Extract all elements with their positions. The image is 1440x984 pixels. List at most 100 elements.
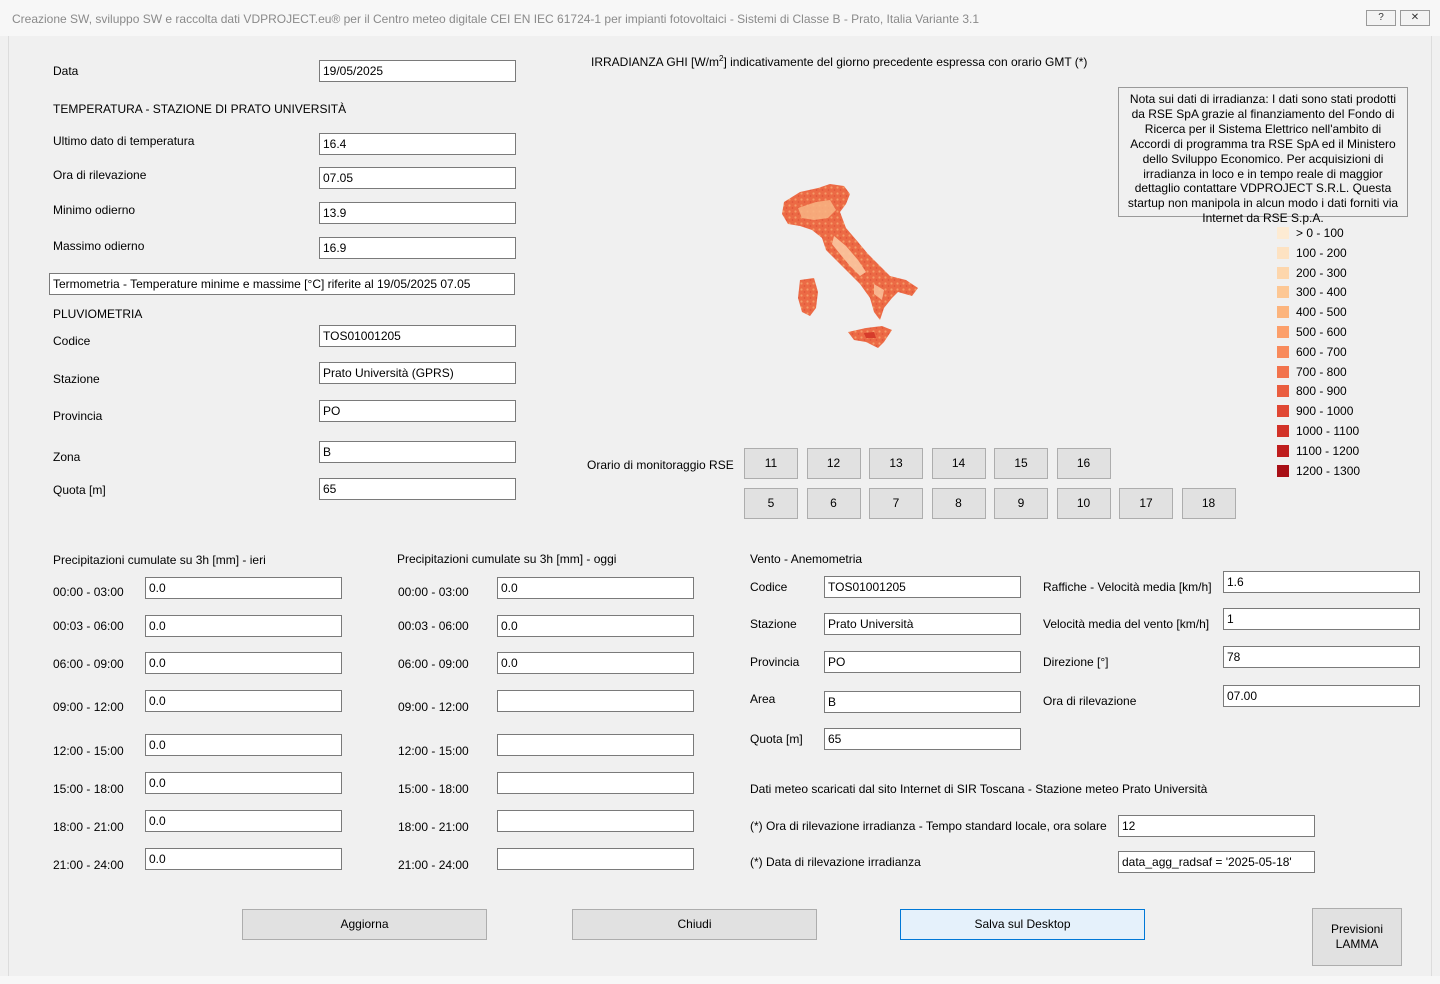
- pluviometria-heading: PLUVIOMETRIA: [53, 307, 143, 321]
- pluvio-provincia-field[interactable]: PO: [319, 400, 516, 422]
- oggi-row-field[interactable]: [497, 690, 694, 712]
- legend-label: 600 - 700: [1296, 344, 1347, 359]
- vento-area-field[interactable]: B: [824, 691, 1021, 713]
- pluvio-stazione-field[interactable]: Prato Università (GPRS): [319, 362, 516, 384]
- hour-button-5[interactable]: 5: [744, 488, 798, 519]
- ieri-row-field[interactable]: 0.0: [145, 577, 342, 599]
- ora-irradianza-field[interactable]: 12: [1118, 815, 1315, 837]
- vento-codice-field[interactable]: TOS01001205: [824, 576, 1021, 598]
- vento-area-label: Area: [750, 692, 776, 706]
- legend-swatch: [1277, 385, 1289, 398]
- legend-label: 700 - 800: [1296, 364, 1347, 379]
- data-label: Data: [53, 64, 79, 78]
- ieri-row-field[interactable]: 0.0: [145, 652, 342, 674]
- hour-button-8[interactable]: 8: [931, 488, 986, 519]
- map-sicily-inner: [864, 332, 876, 338]
- massimo-label: Massimo odierno: [53, 239, 145, 253]
- legend-swatch: [1277, 227, 1289, 239]
- aggiorna-button[interactable]: Aggiorna: [242, 909, 487, 940]
- oggi-row-label: 00:00 - 03:00: [398, 585, 469, 599]
- hour-button-18[interactable]: 18: [1181, 488, 1236, 519]
- vento-provincia-field[interactable]: PO: [824, 651, 1021, 673]
- oggi-row-label: 06:00 - 09:00: [398, 657, 469, 671]
- minimo-field[interactable]: 13.9: [319, 202, 516, 224]
- oggi-row-field[interactable]: [497, 734, 694, 756]
- hour-button-6[interactable]: 6: [806, 488, 861, 519]
- legend-label: 800 - 900: [1296, 384, 1347, 399]
- previsioni-lamma-button[interactable]: Previsioni LAMMA: [1312, 908, 1402, 966]
- ieri-row-field[interactable]: 0.0: [145, 690, 342, 712]
- legend-label: 500 - 600: [1296, 324, 1347, 339]
- oggi-row-field[interactable]: 0.0: [497, 577, 694, 599]
- massimo-field[interactable]: 16.9: [319, 237, 516, 259]
- data-field[interactable]: 19/05/2025: [319, 60, 516, 82]
- hour-button-15[interactable]: 15: [994, 448, 1048, 479]
- hour-button-16[interactable]: 16: [1056, 448, 1111, 479]
- oggi-row-field[interactable]: 0.0: [497, 615, 694, 637]
- fonte-text: Dati meteo scaricati dal sito Internet d…: [750, 782, 1208, 796]
- direzione-label: Direzione [°]: [1043, 655, 1109, 669]
- velocita-label: Velocità media del vento [km/h]: [1043, 617, 1210, 631]
- legend-label: > 0 - 100: [1296, 226, 1344, 240]
- pluvio-codice-field[interactable]: TOS01001205: [319, 325, 516, 347]
- pluvio-codice-label: Codice: [53, 334, 91, 348]
- ieri-row-field[interactable]: 0.0: [145, 772, 342, 794]
- pluvio-stazione-label: Stazione: [53, 372, 100, 386]
- chiudi-button[interactable]: Chiudi: [572, 909, 817, 940]
- oggi-row-field[interactable]: [497, 848, 694, 870]
- hour-button-17[interactable]: 17: [1119, 488, 1173, 519]
- legend-swatch: [1277, 424, 1289, 437]
- orario-monitoraggio-label: Orario di monitoraggio RSE: [587, 458, 734, 472]
- vento-quota-field[interactable]: 65: [824, 728, 1021, 750]
- vento-codice-label: Codice: [750, 580, 788, 594]
- vento-ora-label: Ora di rilevazione: [1043, 694, 1137, 708]
- oggi-row-label: 00:03 - 06:00: [398, 619, 469, 633]
- velocita-field[interactable]: 1: [1223, 608, 1420, 630]
- ieri-row-field[interactable]: 0.0: [145, 810, 342, 832]
- termometria-summary-field[interactable]: Termometria - Temperature minime e massi…: [49, 273, 515, 295]
- hour-button-11[interactable]: 11: [744, 448, 798, 479]
- hour-button-12[interactable]: 12: [806, 448, 861, 479]
- ieri-row-field[interactable]: 0.0: [145, 615, 342, 637]
- ora-rilevazione-field[interactable]: 07.05: [319, 167, 516, 189]
- ultimo-temp-field[interactable]: 16.4: [319, 133, 516, 155]
- legend-label: 1200 - 1300: [1296, 463, 1361, 478]
- direzione-field[interactable]: 78: [1223, 646, 1420, 668]
- oggi-row-field[interactable]: 0.0: [497, 652, 694, 674]
- legend-swatch: [1277, 325, 1289, 338]
- hour-button-7[interactable]: 7: [869, 488, 923, 519]
- salva-desktop-button[interactable]: Salva sul Desktop: [900, 909, 1145, 940]
- hour-button-9[interactable]: 9: [994, 488, 1048, 519]
- hour-button-14[interactable]: 14: [931, 448, 986, 479]
- ieri-row-label: 21:00 - 24:00: [53, 858, 124, 872]
- raffiche-field[interactable]: 1.6: [1223, 571, 1420, 593]
- legend-label: 100 - 200: [1296, 245, 1347, 260]
- temperatura-heading: TEMPERATURA - STAZIONE DI PRATO UNIVERSI…: [53, 102, 347, 116]
- legend-swatch: [1277, 266, 1289, 279]
- oggi-row-label: 18:00 - 21:00: [398, 820, 469, 834]
- ieri-row-field[interactable]: 0.0: [145, 848, 342, 870]
- pluvio-quota-field[interactable]: 65: [319, 478, 516, 500]
- vento-provincia-label: Provincia: [750, 655, 800, 669]
- oggi-row-field[interactable]: [497, 772, 694, 794]
- vento-stazione-field[interactable]: Prato Università: [824, 613, 1021, 635]
- oggi-row-field[interactable]: [497, 810, 694, 832]
- irradianza-title: IRRADIANZA GHI [W/m2] indicativamente de…: [591, 54, 1088, 69]
- ieri-row-field[interactable]: 0.0: [145, 734, 342, 756]
- legend-swatch: [1277, 246, 1289, 259]
- help-button[interactable]: ?: [1366, 10, 1396, 26]
- legend-swatch: [1277, 405, 1289, 418]
- hour-button-10[interactable]: 10: [1056, 488, 1111, 519]
- close-button[interactable]: ✕: [1400, 10, 1430, 26]
- oggi-heading: Precipitazioni cumulate su 3h [mm] - ogg…: [397, 552, 617, 566]
- ieri-row-label: 00:03 - 06:00: [53, 619, 124, 633]
- hour-button-13[interactable]: 13: [869, 448, 923, 479]
- oggi-row-label: 21:00 - 24:00: [398, 858, 469, 872]
- ora-irradianza-label: (*) Ora di rilevazione irradianza - Temp…: [750, 819, 1107, 833]
- vento-ora-field[interactable]: 07.00: [1223, 685, 1420, 707]
- data-irradianza-field[interactable]: data_agg_radsaf = '2025-05-18': [1118, 851, 1315, 873]
- legend-label: 1100 - 1200: [1296, 443, 1360, 458]
- vento-quota-label: Quota [m]: [750, 732, 803, 746]
- pluvio-zona-field[interactable]: B: [319, 441, 516, 463]
- ieri-row-label: 09:00 - 12:00: [53, 700, 124, 714]
